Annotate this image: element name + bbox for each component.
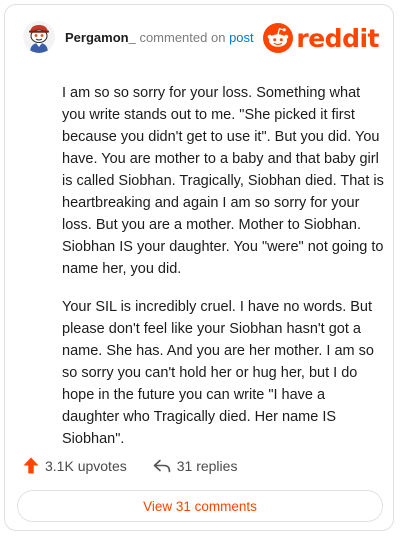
comment-paragraph: I am so so sorry for your loss. Somethin… xyxy=(62,85,384,277)
comment-actions: 3.1K upvotes 31 replies xyxy=(23,457,237,474)
upvote-arrow-icon xyxy=(23,457,39,474)
reddit-snoo-icon xyxy=(263,23,294,53)
reply-arrow-icon xyxy=(153,459,171,472)
comment-body: I am so so sorry for your loss. Somethin… xyxy=(62,82,386,466)
upvote-button[interactable]: 3.1K upvotes xyxy=(23,457,127,474)
view-comments-button[interactable]: View 31 comments xyxy=(17,490,383,522)
snoo-avatar-icon xyxy=(23,21,55,53)
upvote-count: 3.1K upvotes xyxy=(45,457,127,474)
user-avatar[interactable] xyxy=(23,21,55,53)
reply-count: 31 replies xyxy=(176,457,238,474)
comment-card: Pergamon_ commented on post reddit I am … xyxy=(4,4,394,531)
comment-header: Pergamon_ commented on post xyxy=(23,21,254,53)
commented-on-text: commented on xyxy=(139,29,226,45)
username-link[interactable]: Pergamon_ xyxy=(65,30,136,45)
replies-button[interactable]: 31 replies xyxy=(153,457,238,474)
reddit-wordmark: reddit xyxy=(296,23,379,53)
post-link[interactable]: post xyxy=(229,30,254,45)
reddit-logo[interactable]: reddit xyxy=(263,23,379,53)
comment-paragraph: Your SIL is incredibly cruel. I have no … xyxy=(62,299,374,447)
comment-byline: Pergamon_ commented on post xyxy=(65,30,254,45)
